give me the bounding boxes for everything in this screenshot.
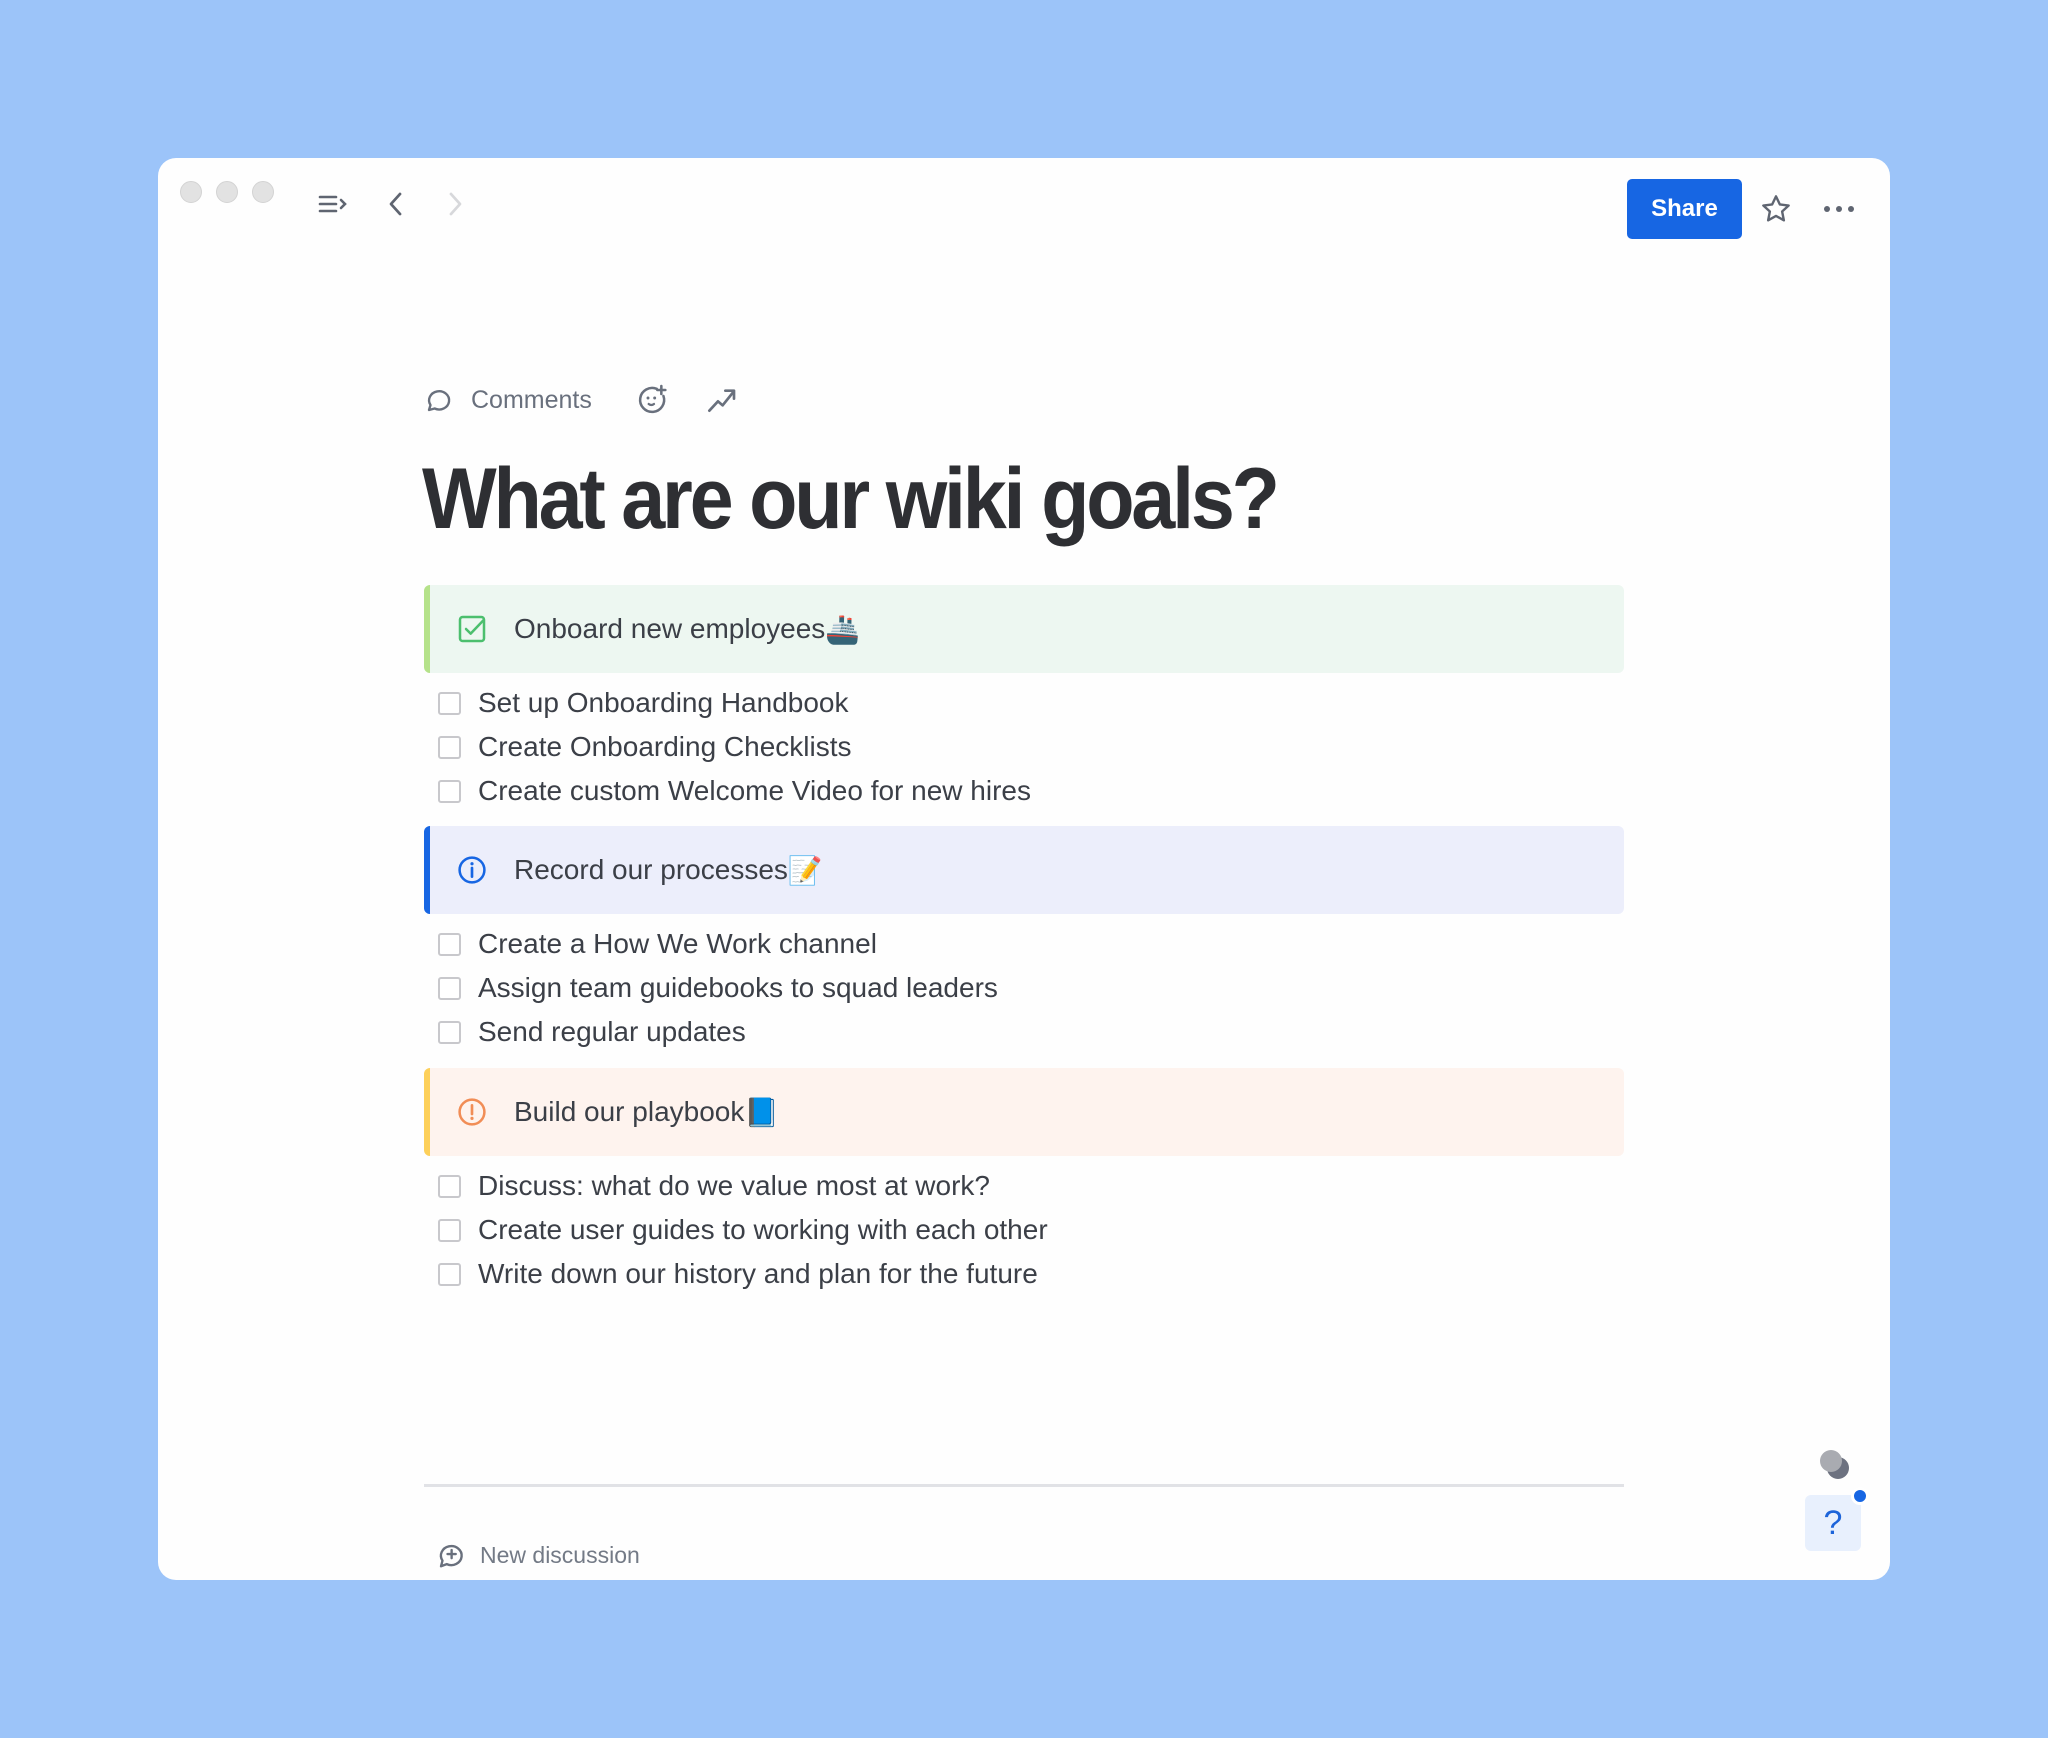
task-label: Create Onboarding Checklists [478,731,852,762]
task-item: Write down our history and plan for the … [424,1252,1624,1296]
share-button[interactable]: Share [1627,179,1742,239]
document-meta-bar: Comments [424,380,738,420]
maximize-window-button[interactable] [252,181,274,203]
star-icon [1762,195,1790,222]
add-comment-icon [439,1544,463,1568]
comments-button[interactable]: Comments [424,385,592,415]
callout-accent-bar [424,826,430,914]
callout-accent-bar [424,585,430,673]
sidebar-toggle-icon [318,195,347,213]
task-list: Discuss: what do we value most at work? … [424,1164,1624,1296]
task-item: Discuss: what do we value most at work? [424,1164,1624,1208]
task-checkbox[interactable] [438,932,461,956]
task-label: Assign team guidebooks to squad leaders [478,972,998,1003]
callout-playbook[interactable]: Build our playbook 📘 [424,1068,1624,1156]
task-checkbox[interactable] [438,976,461,1000]
window-controls [180,181,274,203]
memo-emoji: 📝 [787,854,823,886]
more-options-button[interactable] [1822,196,1856,222]
callout-heading: Onboard new employees [514,613,826,644]
task-item: Assign team guidebooks to squad leaders [424,966,1624,1010]
task-item: Send regular updates [424,1010,1624,1054]
app-window: Share Comments What are our wiki goals? … [158,158,1890,1580]
task-checkbox[interactable] [438,1020,461,1044]
theme-toggle-button[interactable] [1818,1448,1852,1482]
alert-circle-icon [456,1096,488,1128]
task-list: Set up Onboarding Handbook Create Onboar… [424,681,1624,813]
ship-emoji: 🚢 [825,613,861,645]
goal-section: Onboard new employees 🚢 Set up Onboardin… [424,585,1624,813]
sidebar-toggle-button[interactable] [318,192,350,216]
task-checkbox[interactable] [438,691,461,715]
discussion-divider [424,1484,1624,1487]
close-window-button[interactable] [180,181,202,203]
callout-heading: Record our processes [514,854,788,885]
info-icon [456,854,488,886]
task-label: Set up Onboarding Handbook [478,687,849,718]
callout-accent-bar [424,1068,430,1156]
task-checkbox[interactable] [438,1218,461,1242]
comments-label: Comments [471,385,592,414]
page-title: What are our wiki goals? [422,451,1280,547]
task-list: Create a How We Work channel Assign team… [424,922,1624,1054]
notification-dot [1851,1487,1869,1505]
task-label: Create user guides to working with each … [478,1214,1048,1245]
new-discussion-label: New discussion [480,1541,640,1568]
task-label: Discuss: what do we value most at work? [478,1170,990,1201]
comment-icon [427,390,451,412]
task-checkbox[interactable] [438,779,461,803]
task-checkbox[interactable] [438,735,461,759]
task-label: Create custom Welcome Video for new hire… [478,775,1031,806]
task-label: Create a How We Work channel [478,928,877,959]
help-icon: ? [1823,1503,1843,1542]
callout-heading: Build our playbook [514,1096,745,1127]
new-discussion-button[interactable]: New discussion [436,1540,640,1570]
task-label: Write down our history and plan for the … [478,1258,1038,1289]
chevron-left-icon [389,192,402,216]
task-item: Create custom Welcome Video for new hire… [424,769,1624,813]
add-reaction-button[interactable] [636,384,668,416]
insights-button[interactable] [706,384,738,416]
goal-section: Record our processes 📝 Create a How We W… [424,826,1624,1054]
help-button[interactable]: ? [1805,1487,1869,1551]
add-reaction-icon [638,384,667,414]
back-button[interactable] [386,190,406,218]
book-emoji: 📘 [744,1096,780,1128]
more-horizontal-icon [1824,206,1854,212]
forward-button[interactable] [445,190,465,218]
task-item: Set up Onboarding Handbook [424,681,1624,725]
callout-onboard[interactable]: Onboard new employees 🚢 [424,585,1624,673]
task-item: Create Onboarding Checklists [424,725,1624,769]
theme-toggle-icon [1820,1450,1849,1479]
callout-record[interactable]: Record our processes 📝 [424,826,1624,914]
task-checkbox[interactable] [438,1174,461,1198]
goal-section: Build our playbook 📘 Discuss: what do we… [424,1068,1624,1296]
task-label: Send regular updates [478,1016,746,1047]
chevron-right-icon [449,192,462,216]
task-checkbox[interactable] [438,1262,461,1286]
checkbox-checked-icon [456,613,488,645]
trending-up-icon [707,389,736,412]
favorite-button[interactable] [1758,192,1794,226]
minimize-window-button[interactable] [216,181,238,203]
task-item: Create user guides to working with each … [424,1208,1624,1252]
task-item: Create a How We Work channel [424,922,1624,966]
